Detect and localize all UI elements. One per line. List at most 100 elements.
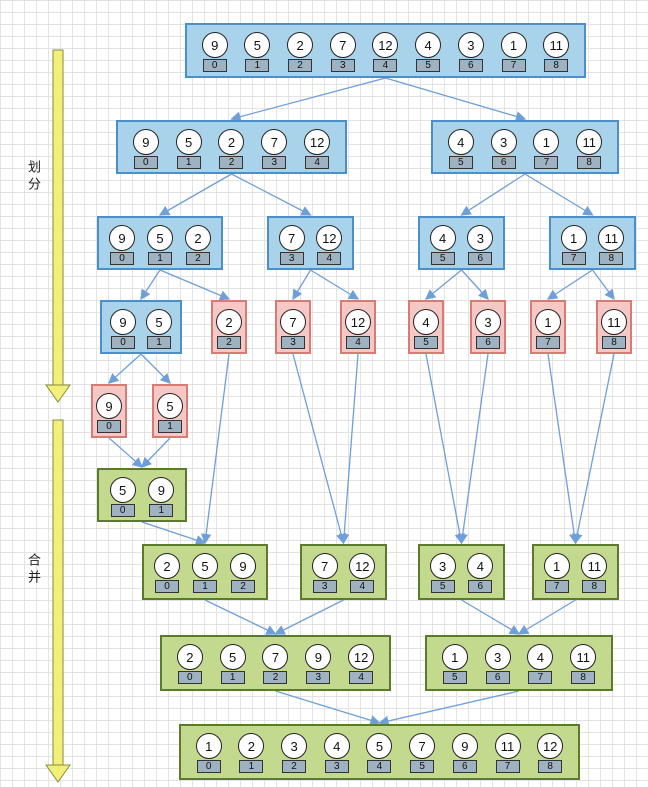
edge-arrow	[591, 269, 615, 301]
array-box-m2a: 205192	[142, 544, 268, 600]
index-label: 7	[561, 252, 586, 265]
array-box-s2c: 4536	[418, 216, 505, 270]
array-cell: 45	[413, 32, 443, 72]
merge-sort-diagram: 划分 合并 9 0 5 1 2 2 7 3 12 4 4 5 3 6 1 7 11 8 9 0 5 1 2 2 7 3 12 4 4 5 3…	[0, 0, 648, 787]
array-cell: 11 7	[493, 733, 523, 773]
index-label: 1	[239, 760, 264, 773]
array-box-s2d: 1 7 11 8	[549, 216, 636, 270]
index-label: 5	[430, 580, 455, 593]
index-label: 2	[219, 156, 244, 169]
value-node: 9	[96, 393, 122, 419]
value-node: 7	[278, 225, 305, 251]
value-node: 1	[441, 644, 468, 670]
merge-timeline-arrow	[45, 419, 71, 783]
array-box-s3a: 9051	[100, 300, 182, 354]
value-node: 1	[500, 32, 527, 58]
value-node: 11	[598, 225, 625, 251]
index-label: 2	[288, 59, 313, 72]
array-box-l5: 51	[152, 384, 188, 438]
array-cell: 17	[499, 32, 529, 72]
index-label: 0	[177, 671, 202, 684]
value-node: 3	[490, 129, 517, 155]
edge-arrow	[230, 77, 386, 122]
array-cell: 22	[214, 309, 244, 349]
edge-arrow	[524, 173, 594, 216]
index-label: 0	[133, 156, 158, 169]
value-node: 5	[109, 477, 136, 503]
array-box-l9: 90	[91, 384, 127, 438]
index-label: 7	[495, 760, 520, 773]
value-node: 9	[305, 644, 332, 670]
value-node: 12	[316, 225, 343, 251]
index-label: 4	[349, 671, 374, 684]
array-box-m2b: 7 3 12 4	[300, 544, 387, 600]
value-node: 5	[175, 129, 202, 155]
index-label: 0	[111, 336, 135, 349]
array-box-m3a: 2 0 5 1 7 2 9 3 12 4	[160, 635, 391, 691]
array-cell: 36	[465, 225, 495, 265]
value-node: 4	[429, 225, 456, 251]
array-cell: 36	[473, 309, 503, 349]
value-node: 1	[543, 553, 570, 579]
array-box-l1: 17	[530, 300, 566, 354]
edge-arrow	[517, 599, 576, 635]
index-label: 4	[346, 336, 370, 349]
array-cell: 17	[531, 129, 561, 169]
value-node: 3	[475, 309, 501, 335]
value-node: 3	[429, 553, 456, 579]
edge-arrow	[385, 77, 527, 122]
array-box-l3: 36	[470, 300, 506, 354]
edge-arrow	[572, 353, 615, 545]
edge-arrow	[158, 173, 232, 216]
value-node: 12	[348, 644, 375, 670]
merge-label: 合并	[26, 553, 41, 587]
array-cell: 91	[146, 477, 176, 517]
index-label: 8	[577, 156, 602, 169]
value-node: 4	[323, 733, 350, 759]
value-node: 7	[280, 309, 306, 335]
index-label: 0	[196, 760, 221, 773]
array-cell: 21	[236, 733, 266, 773]
index-label: 3	[330, 59, 355, 72]
split-label: 划分	[26, 160, 41, 194]
index-label: 3	[262, 156, 287, 169]
array-cell: 35	[428, 553, 458, 593]
value-node: 7	[261, 129, 288, 155]
array-cell: 11 8	[596, 225, 626, 265]
edge-arrow	[140, 353, 171, 384]
index-label: 5	[416, 59, 441, 72]
index-label: 2	[282, 760, 307, 773]
array-cell: 73	[277, 225, 307, 265]
index-label: 2	[231, 580, 255, 593]
index-label: 6	[491, 156, 516, 169]
index-label: 5	[410, 760, 435, 773]
value-node: 3	[457, 32, 484, 58]
value-node: 11	[543, 32, 570, 58]
index-label: 3	[324, 760, 349, 773]
edge-arrow	[461, 599, 521, 635]
array-cell: 17	[533, 309, 563, 349]
edge-arrow	[425, 353, 465, 545]
index-label: 1	[149, 504, 174, 517]
edge-arrow	[292, 269, 312, 301]
array-cell: 11 8	[599, 309, 629, 349]
index-label: 1	[176, 156, 201, 169]
edge-arrow	[159, 269, 231, 301]
value-node: 12	[349, 553, 376, 579]
array-cell: 51	[144, 309, 174, 349]
value-node: 7	[409, 733, 436, 759]
value-node: 11	[601, 309, 627, 335]
array-cell: 73	[278, 309, 308, 349]
index-label: 4	[317, 252, 342, 265]
array-box-l4: 45	[408, 300, 444, 354]
value-node: 9	[148, 477, 175, 503]
index-label: 1	[148, 252, 172, 265]
array-box-s0: 9 0 5 1 2 2 7 3 12 4 4 5 3 6 1 7 11 8	[185, 23, 586, 78]
array-cell: 12 4	[370, 32, 400, 72]
index-label: 7	[528, 671, 553, 684]
index-label: 5	[442, 671, 467, 684]
index-label: 2	[186, 252, 210, 265]
array-cell: 36	[456, 32, 486, 72]
value-node: 5	[146, 309, 172, 335]
index-label: 3	[306, 671, 331, 684]
